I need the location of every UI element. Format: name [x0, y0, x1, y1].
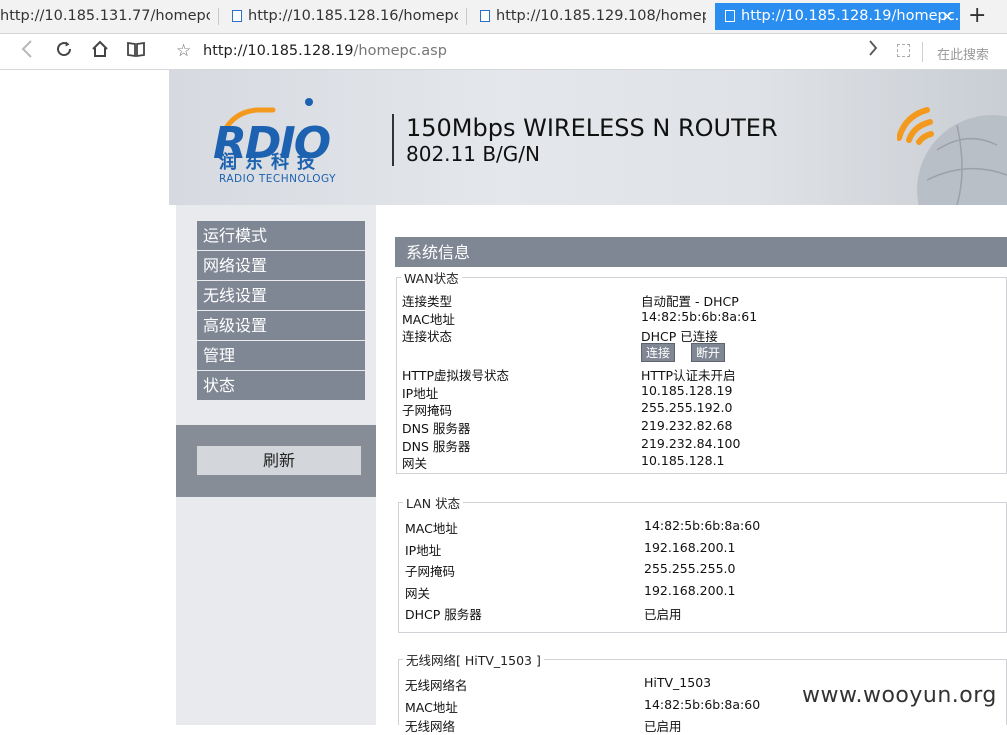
sidebar-item-status[interactable]: 状态	[197, 371, 365, 400]
refresh-button[interactable]: 刷新	[197, 446, 361, 475]
wan-row-value: 10.185.128.1	[641, 453, 725, 468]
header-divider	[392, 114, 394, 166]
home-icon[interactable]	[87, 39, 113, 65]
browser-nav-bar: ☆ http://10.185.128.19/homepc.asp 在此搜索	[0, 34, 1007, 70]
wireless-row-label: 无线网络名	[405, 678, 468, 693]
router-standard-title: 802.11 B/G/N	[406, 142, 540, 166]
wan-row-label: DNS 服务器	[402, 421, 471, 436]
wan-row-label: 连接类型	[402, 294, 453, 309]
wan-legend: WAN状态	[404, 271, 459, 286]
sidebar-menu: 运行模式 网络设置 无线设置 高级设置 管理 状态	[197, 221, 365, 401]
lan-legend: LAN 状态	[406, 496, 461, 511]
disconnect-button[interactable]: 断开	[691, 343, 726, 362]
refresh-icon[interactable]	[51, 39, 77, 65]
refresh-panel: 刷新	[176, 425, 376, 497]
page-icon	[232, 10, 242, 22]
wireless-row-label: MAC地址	[405, 700, 458, 715]
wireless-row-value: HiTV_1503	[644, 675, 712, 690]
wireless-globe-icon	[897, 107, 1007, 205]
wireless-row-value: 14:82:5b:6b:8a:60	[644, 697, 761, 712]
browser-tab-active[interactable]: http://10.185.128.19/homepc.asp ×	[715, 3, 960, 30]
tab-label: http://10.185.129.108/homepc.asp	[496, 8, 706, 24]
browser-tab-bar: http://10.185.131.77/homepc.asp http://1…	[0, 0, 1007, 34]
sidebar-item-operation-mode[interactable]: 运行模式	[197, 221, 365, 250]
logo-chinese-text: 润东科技	[219, 152, 323, 173]
router-header-banner: RDIO 润东科技 RADIO TECHNOLOGY 150Mbps WIREL…	[169, 70, 1007, 205]
close-icon[interactable]: ×	[941, 3, 954, 30]
wan-row-label: 连接状态	[402, 329, 453, 344]
wan-row-value: HTTP认证未开启	[641, 368, 736, 383]
wan-row-label: 网关	[402, 456, 428, 471]
url-path: /homepc.asp	[353, 43, 447, 59]
wan-row-value: 255.255.192.0	[641, 400, 733, 415]
sidebar-item-network-settings[interactable]: 网络设置	[197, 251, 365, 280]
wireless-legend: 无线网络[ HiTV_1503 ]	[406, 653, 541, 668]
connect-button[interactable]: 连接	[641, 343, 676, 362]
lan-row-label: MAC地址	[405, 521, 458, 536]
lan-row-label: 网关	[405, 586, 431, 601]
browser-tab[interactable]: http://10.185.128.16/homepc.asp	[222, 3, 458, 30]
new-tab-button[interactable]: +	[968, 2, 986, 30]
star-icon[interactable]: ☆	[176, 41, 191, 61]
tab-label: http://10.185.128.16/homepc.asp	[248, 8, 458, 24]
lan-row-label: DHCP 服务器	[405, 607, 482, 622]
page-title: 系统信息	[395, 237, 1007, 267]
browser-tab[interactable]: http://10.185.131.77/homepc.asp	[0, 3, 210, 30]
url-host: http://10.185.128.19	[203, 43, 354, 59]
address-bar[interactable]: http://10.185.128.19/homepc.asp	[203, 43, 447, 59]
browser-tab[interactable]: http://10.185.129.108/homepc.asp	[470, 3, 706, 30]
back-icon[interactable]	[14, 39, 40, 65]
search-box[interactable]: 在此搜索	[937, 44, 989, 63]
wan-row-value: 14:82:5b:6b:8a:61	[641, 309, 758, 324]
lan-row-value: 192.168.200.1	[644, 540, 736, 555]
tab-label: http://10.185.128.19/homepc.asp	[741, 8, 960, 24]
lan-row-value: 192.168.200.1	[644, 583, 736, 598]
lan-row-label: 子网掩码	[405, 564, 456, 579]
nav-separator	[922, 42, 923, 62]
wan-row-value: 219.232.82.68	[641, 418, 733, 433]
lan-row-value: 255.255.255.0	[644, 561, 736, 576]
watermark: www.wooyun.org	[802, 683, 997, 708]
wan-row-label: 子网掩码	[402, 403, 453, 418]
logo-english-text: RADIO TECHNOLOGY	[219, 173, 336, 185]
page-icon	[480, 10, 490, 22]
wan-row-value: 10.185.128.19	[641, 383, 733, 398]
reader-icon[interactable]	[123, 39, 149, 65]
lan-row-value: 已启用	[644, 607, 682, 622]
wireless-row-label: 无线网络	[405, 719, 456, 734]
tab-separator	[218, 8, 219, 25]
lan-row-value: 14:82:5b:6b:8a:60	[644, 518, 761, 533]
page-icon	[725, 10, 735, 22]
sidebar-item-management[interactable]: 管理	[197, 341, 365, 370]
router-model-title: 150Mbps WIRELESS N ROUTER	[406, 114, 778, 142]
qr-icon[interactable]	[897, 44, 910, 57]
tab-label: http://10.185.131.77/homepc.asp	[0, 8, 210, 24]
sidebar-item-wireless-settings[interactable]: 无线设置	[197, 281, 365, 310]
lan-row-label: IP地址	[405, 543, 442, 558]
wan-row-value: 219.232.84.100	[641, 436, 741, 451]
forward-icon[interactable]	[868, 40, 878, 61]
tab-separator	[466, 8, 467, 25]
sidebar-item-advanced-settings[interactable]: 高级设置	[197, 311, 365, 340]
wireless-row-value: 已启用	[644, 719, 682, 734]
wan-row-value: 自动配置 - DHCP	[641, 294, 739, 309]
wan-row-label: HTTP虚拟拨号状态	[402, 368, 509, 383]
